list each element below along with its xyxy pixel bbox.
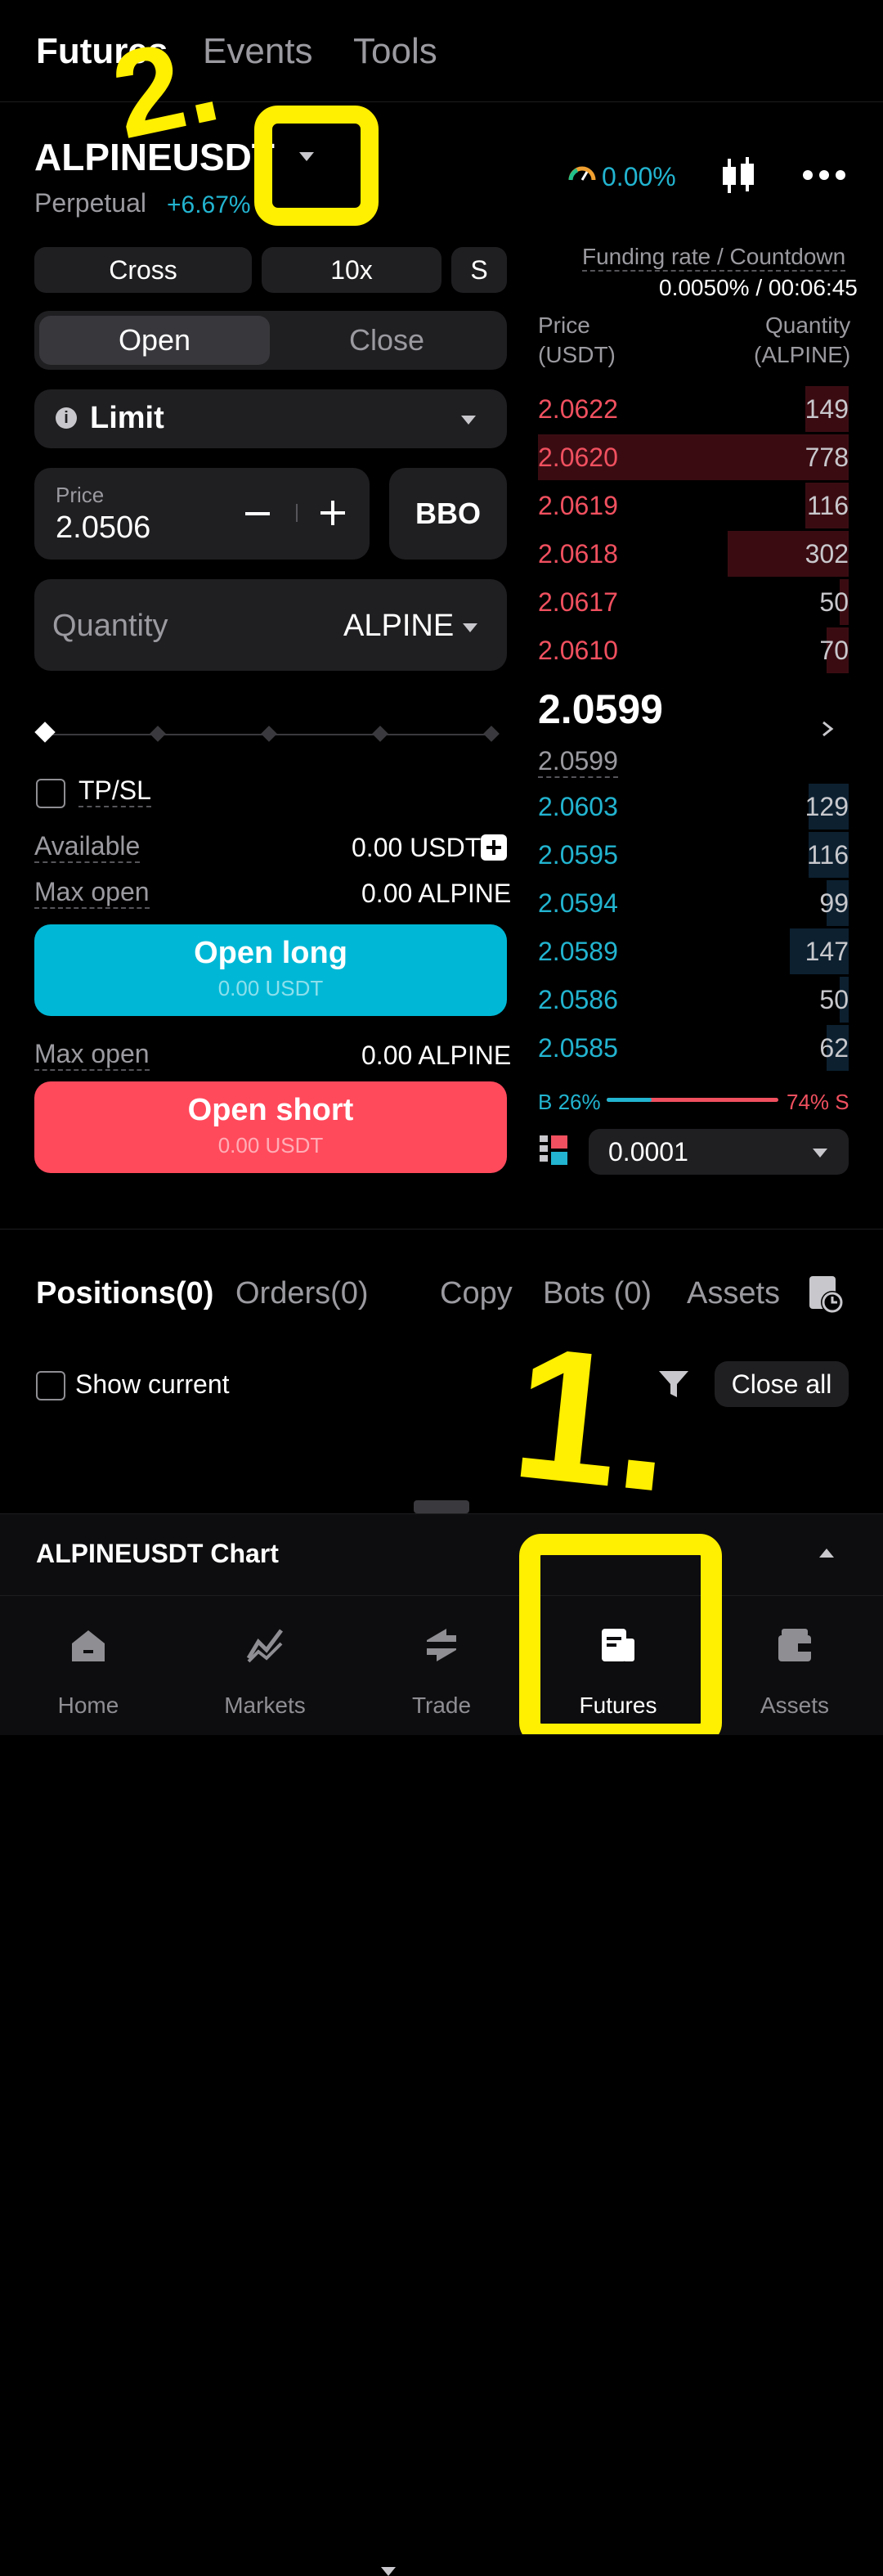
annotation-overlay (254, 106, 722, 1734)
annotation-box-futures-nav (519, 1534, 722, 1734)
annotation-mark-1: 1. (504, 1306, 683, 1532)
annotation-box-pair-dropdown (254, 106, 379, 226)
